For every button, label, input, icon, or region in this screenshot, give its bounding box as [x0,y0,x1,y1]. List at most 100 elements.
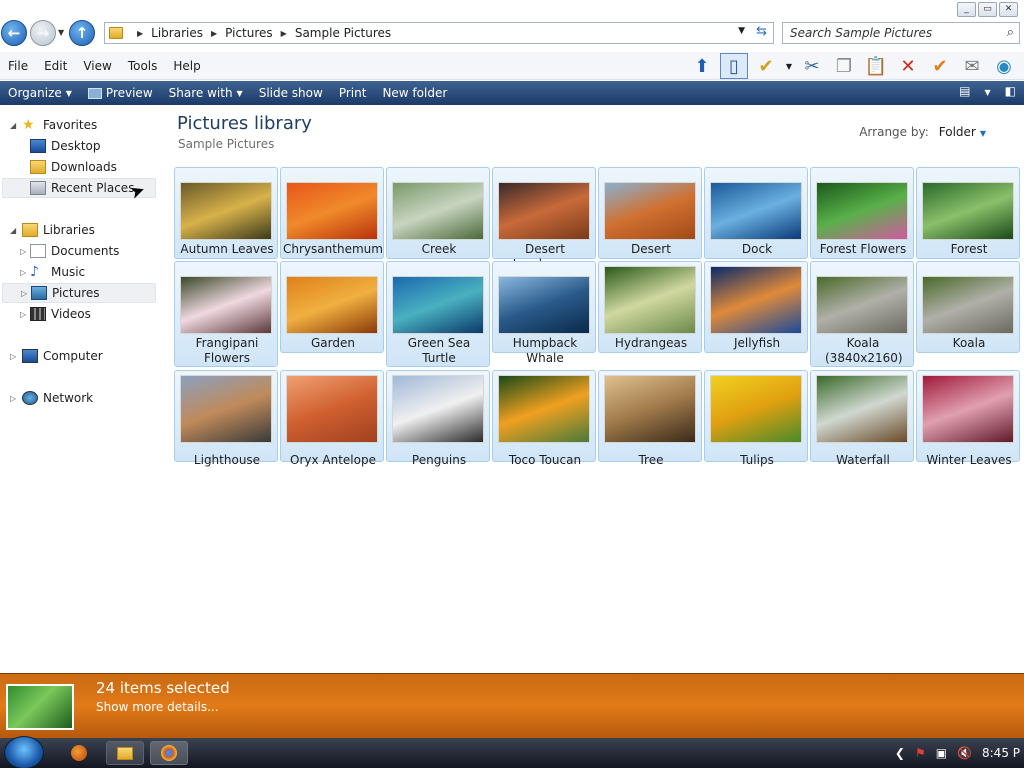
picture-tile[interactable]: Desert [598,167,702,259]
picture-tile[interactable]: Chrysanthemum [280,167,384,259]
organize-button[interactable]: Organize ▼ [0,86,80,100]
action-center-flag-icon[interactable]: ⚑ [915,746,926,760]
picture-tile[interactable]: Tree [598,370,702,467]
chrome-taskbar-icon[interactable] [150,741,188,765]
breadcrumb-pictures[interactable]: Pictures [225,26,273,40]
collapse-icon[interactable]: ◢ [10,226,16,235]
up-arrow-icon[interactable]: ⬆ [688,53,716,79]
clock[interactable]: 8:45 P [982,746,1020,760]
close-button[interactable]: ✕ [999,2,1018,17]
minimize-button[interactable]: _ [957,2,976,17]
share-with-button[interactable]: Share with ▼ [161,86,251,100]
nav-pictures[interactable]: ▷ Pictures [2,283,156,303]
expand-icon[interactable]: ▷ [20,247,26,256]
expand-icon[interactable]: ▷ [20,310,26,319]
show-more-details-link[interactable]: Show more details... [96,700,219,714]
nav-libraries[interactable]: ◢ Libraries [10,220,95,240]
arrange-by-dropdown[interactable]: Folder [939,125,976,139]
nav-music[interactable]: ▷ ♪ Music [20,262,85,282]
globe-icon[interactable]: ◉ [990,53,1018,79]
nav-videos[interactable]: ▷ Videos [20,304,91,324]
maximize-button[interactable]: ▭ [978,2,997,17]
nav-desktop[interactable]: Desktop [30,136,101,156]
view-dropdown-icon[interactable]: ▼ [985,84,991,102]
breadcrumb-libraries[interactable]: Libraries [151,26,203,40]
breadcrumb-sample-pictures[interactable]: Sample Pictures [295,26,391,40]
picture-tile[interactable]: Waterfall [810,370,914,467]
picture-tile[interactable]: Forest Flowers [810,167,914,259]
picture-tile[interactable]: Dock [704,167,808,259]
recent-pages-dropdown-icon[interactable]: ▼ [58,28,64,37]
picture-tile[interactable]: Koala [916,261,1020,353]
picture-tile[interactable]: Jellyfish [704,261,808,353]
copy-icon[interactable]: ❐ [830,53,858,79]
picture-tile[interactable]: Creek [386,167,490,259]
picture-tile[interactable]: Winter Leaves [916,370,1020,467]
menu-view[interactable]: View [75,59,119,73]
picture-tile[interactable]: Koala (3840x2160) [810,261,914,367]
dropdown-icon[interactable]: ▼ [784,53,794,79]
search-input[interactable]: Search Sample Pictures ⌕ [782,22,1020,44]
address-dropdown-icon[interactable]: ▼ [738,26,745,36]
picture-tile[interactable]: Tulips [704,370,808,467]
chevron-down-icon[interactable]: ▼ [980,129,986,138]
back-button[interactable]: ← [1,20,27,46]
picture-tile[interactable]: Humpback Whale [492,261,596,365]
paste-icon[interactable]: 📋 [862,53,890,79]
picture-tile[interactable]: Oryx Antelope [280,370,384,467]
expand-icon[interactable]: ▷ [21,289,27,298]
preview-pane-toggle-icon[interactable]: ◧ [1005,84,1016,102]
nav-favorites[interactable]: ◢ ★ Favorites [10,115,97,135]
picture-tile[interactable]: Forest [916,167,1020,259]
picture-tile[interactable]: Lighthouse [174,370,278,467]
firefox-icon[interactable] [60,741,98,765]
breadcrumb-separator-icon[interactable]: ▶ [281,29,287,38]
change-view-icon[interactable]: ▤ [959,84,970,102]
picture-tile[interactable]: Garden [280,261,384,353]
expand-icon[interactable]: ▷ [10,394,16,403]
menu-help[interactable]: Help [165,59,208,73]
preview-icon [87,87,102,99]
explorer-taskbar-icon[interactable] [106,741,144,765]
preview-pane-icon[interactable]: ▯ [720,53,748,79]
print-button[interactable]: Print [331,86,375,100]
picture-tile[interactable]: Autumn Leaves [174,167,278,259]
preview-button[interactable]: Preview [80,86,161,100]
forward-button[interactable]: → [30,20,56,46]
network-tray-icon[interactable]: ▣ [936,746,947,760]
picture-tile[interactable]: Hydrangeas [598,261,702,353]
picture-tile[interactable]: Green Sea Turtle [386,261,490,367]
start-button[interactable] [4,736,44,768]
breadcrumb-separator-icon[interactable]: ▶ [211,29,217,38]
expand-icon[interactable]: ▷ [20,268,26,277]
picture-tile[interactable]: Desert Landscape [492,167,596,271]
refresh-icon[interactable]: ⇆ [756,24,767,39]
network-icon [22,391,38,405]
volume-muted-icon[interactable]: 🔇 [957,746,972,760]
menu-file[interactable]: File [0,59,36,73]
slide-show-button[interactable]: Slide show [251,86,331,100]
picture-tile[interactable]: Frangipani Flowers [174,261,278,367]
system-tray: ❮ ⚑ ▣ 🔇 8:45 P [895,738,1024,768]
menu-edit[interactable]: Edit [36,59,75,73]
checkmark-folder-icon[interactable]: ✔ [752,53,780,79]
delete-icon[interactable]: ✕ [894,53,922,79]
check-icon[interactable]: ✔ [926,53,954,79]
expand-icon[interactable]: ▷ [10,352,16,361]
up-button[interactable]: ↑ [69,20,95,46]
tray-expand-icon[interactable]: ❮ [895,746,905,760]
nav-network[interactable]: ▷ Network [10,388,93,408]
menu-tools[interactable]: Tools [120,59,166,73]
nav-downloads[interactable]: Downloads [30,157,117,177]
nav-computer[interactable]: ▷ Computer [10,346,103,366]
search-icon[interactable]: ⌕ [1007,25,1014,40]
address-field[interactable]: ▶ Libraries ▶ Pictures ▶ Sample Pictures… [104,22,774,44]
new-folder-button[interactable]: New folder [374,86,455,100]
collapse-icon[interactable]: ◢ [10,121,16,130]
mail-icon[interactable]: ✉ [958,53,986,79]
breadcrumb-separator-icon[interactable]: ▶ [137,29,143,38]
picture-tile[interactable]: Penguins [386,370,490,467]
nav-documents[interactable]: ▷ Documents [20,241,119,261]
cut-icon[interactable]: ✂ [798,53,826,79]
picture-tile[interactable]: Toco Toucan [492,370,596,467]
